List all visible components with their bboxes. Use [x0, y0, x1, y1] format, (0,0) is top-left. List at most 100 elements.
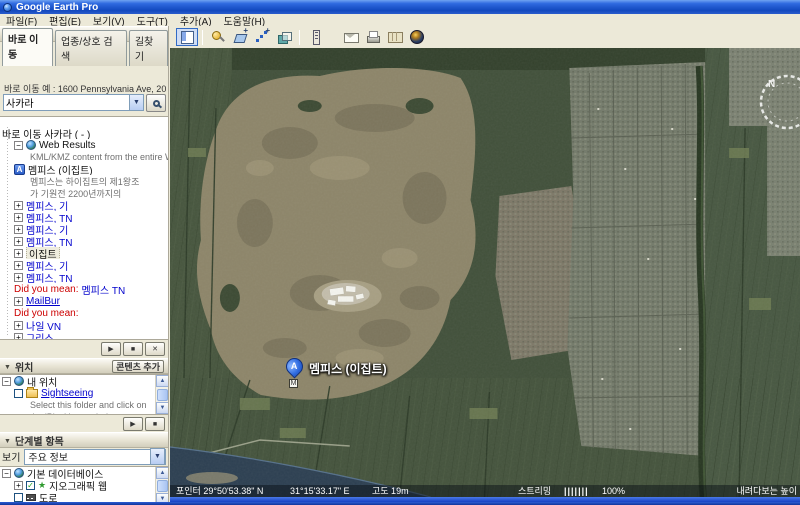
result-item[interactable]: 멤피스, TN	[0, 235, 168, 247]
email-button[interactable]	[340, 28, 362, 46]
result-item[interactable]: 멤피스, 기	[0, 259, 168, 271]
expander-icon[interactable]	[14, 212, 23, 222]
placemark-icon	[210, 29, 226, 45]
eye-altitude-label: 내려다보는 높이	[736, 486, 797, 496]
expander-icon[interactable]	[14, 236, 23, 246]
places-buttons: ▶ ■	[123, 417, 165, 431]
folder-description-2: the 'Play' button below to start the	[0, 411, 168, 414]
tab-fly-to[interactable]: 바로 이동	[2, 28, 53, 66]
expander-icon[interactable]	[14, 248, 23, 258]
result-item[interactable]: 그리스	[0, 331, 168, 339]
map-viewport[interactable]: N A M 멤피스 (이집트) 포인터 29°50'53.38" N 31°15…	[170, 48, 800, 497]
print-button[interactable]	[362, 28, 384, 46]
sidebar: 검색 바로 이동 업종/상호 검색 길찾기 바로 이동 예 : 1600 Pen…	[0, 26, 169, 505]
my-places-globe-icon	[14, 376, 24, 386]
polygon-icon	[232, 26, 248, 45]
expander-icon[interactable]	[14, 140, 23, 150]
poi-icon[interactable]: M	[289, 379, 298, 388]
search-input[interactable]	[3, 94, 144, 111]
search-button[interactable]	[146, 94, 166, 112]
sidebar-toggle-button[interactable]	[176, 28, 198, 46]
folder-icon	[26, 387, 38, 398]
places-scrollbar[interactable]	[155, 375, 168, 414]
expander-icon[interactable]	[14, 320, 23, 330]
tab-directions[interactable]: 길찾기	[128, 30, 168, 66]
combo-dropdown-icon[interactable]	[129, 94, 144, 111]
did-you-mean-link[interactable]: 멤피스 TN	[81, 283, 125, 296]
sightseeing-folder[interactable]: Sightseeing	[0, 387, 168, 399]
layer-geographic-web[interactable]: 지오그래픽 웹	[0, 479, 168, 491]
expander-icon[interactable]	[14, 200, 23, 210]
add-image-overlay-button[interactable]	[273, 28, 295, 46]
result-item[interactable]: 멤피스, TN	[0, 271, 168, 283]
stop-tour-button[interactable]: ■	[145, 417, 165, 431]
result-item[interactable]: MailBur	[0, 295, 168, 307]
scroll-up-icon[interactable]	[156, 467, 168, 479]
earth-icon	[26, 140, 36, 150]
pointer-coordinates: 포인터 29°50'53.38" N	[176, 486, 264, 496]
expander-icon[interactable]	[14, 332, 23, 339]
folder-description-1: Select this folder and click on	[30, 400, 147, 410]
expander-icon[interactable]	[14, 224, 23, 234]
scroll-thumb[interactable]	[157, 480, 168, 492]
layers-view-select[interactable]: 주요 정보	[24, 448, 166, 465]
path-icon	[254, 26, 270, 45]
scroll-thumb[interactable]	[157, 388, 168, 401]
checkbox-checked[interactable]	[26, 480, 35, 490]
result-item[interactable]: 멤피스, 기	[0, 223, 168, 235]
web-results-node[interactable]: Web Results	[0, 139, 168, 151]
expander-icon[interactable]	[14, 272, 23, 282]
result-item-selected[interactable]: 이집트	[0, 247, 168, 259]
compass-north-label: N	[768, 79, 775, 90]
add-polygon-button[interactable]	[229, 26, 251, 46]
expander-icon[interactable]	[14, 480, 23, 490]
earth-icon	[14, 468, 24, 478]
add-path-button[interactable]	[251, 26, 273, 46]
clear-results-button[interactable]: ✕	[145, 342, 165, 356]
streaming-bars-icon: |||||||	[564, 486, 589, 496]
web-results-note: KML/KMZ content from the entire We	[30, 152, 168, 162]
scroll-down-icon[interactable]	[156, 402, 168, 414]
tab-find-businesses[interactable]: 업종/상호 검색	[54, 30, 127, 66]
result-description-2: 가 기원전 2200년까지의	[30, 188, 122, 199]
result-description-1: 멤피스는 하이집트의 제1왕조	[30, 176, 140, 187]
add-content-button[interactable]: 콘텐츠 추가	[112, 359, 164, 373]
expander-icon[interactable]	[2, 468, 11, 478]
streaming-label: 스트리밍	[518, 486, 552, 496]
view-in-maps-button[interactable]	[384, 28, 406, 46]
stop-tour-button[interactable]: ■	[123, 342, 143, 356]
add-placemark-button[interactable]	[207, 28, 229, 46]
scroll-up-icon[interactable]	[156, 375, 168, 387]
toolbar-separator	[299, 29, 300, 45]
expander-icon[interactable]	[14, 296, 23, 306]
placemark-label: 멤피스 (이집트)	[309, 362, 387, 376]
email-icon	[343, 29, 359, 45]
expander-icon[interactable]	[14, 260, 23, 270]
menu-bar: 파일(F) 편집(E) 보기(V) 도구(T) 추가(A) 도움말(H)	[0, 14, 800, 28]
checkbox-unchecked[interactable]	[14, 492, 23, 502]
layers-scrollbar[interactable]	[155, 467, 168, 505]
play-tour-button[interactable]: ▶	[123, 417, 143, 431]
layers-panel-header[interactable]: 단계별 항목	[0, 432, 168, 448]
expander-icon[interactable]	[2, 376, 11, 386]
result-group[interactable]: 바로 이동 사카라 ( - )	[0, 127, 168, 140]
top-result[interactable]: A 멤피스 (이집트)	[0, 163, 168, 175]
globe-button[interactable]	[406, 28, 428, 46]
result-item[interactable]: 나일 VN	[0, 319, 168, 331]
google-earth-window: Google Earth Pro 파일(F) 편집(E) 보기(V) 도구(T)…	[0, 0, 800, 505]
checkbox-unchecked[interactable]	[14, 388, 23, 398]
satellite-imagery	[170, 48, 800, 497]
map-status-bar: 포인터 29°50'53.38" N 31°15'33.17" E 고도 19m…	[170, 485, 800, 497]
ruler-button[interactable]	[304, 28, 326, 46]
collapse-arrow-icon	[4, 435, 11, 446]
layers-panel-title: 단계별 항목	[14, 436, 64, 448]
places-panel-title: 위치	[14, 362, 34, 374]
play-tour-button[interactable]: ▶	[101, 342, 121, 356]
result-item[interactable]: 멤피스, TN	[0, 211, 168, 223]
places-panel-header[interactable]: 위치 콘텐츠 추가	[0, 358, 168, 374]
compass[interactable]: N	[755, 70, 800, 134]
result-item[interactable]: 멤피스, 기	[0, 199, 168, 211]
layer-primary-database[interactable]: 기본 데이터베이스	[0, 467, 168, 479]
my-places-node[interactable]: 내 위치	[0, 375, 168, 387]
dropdown-arrow-icon[interactable]	[150, 448, 165, 465]
